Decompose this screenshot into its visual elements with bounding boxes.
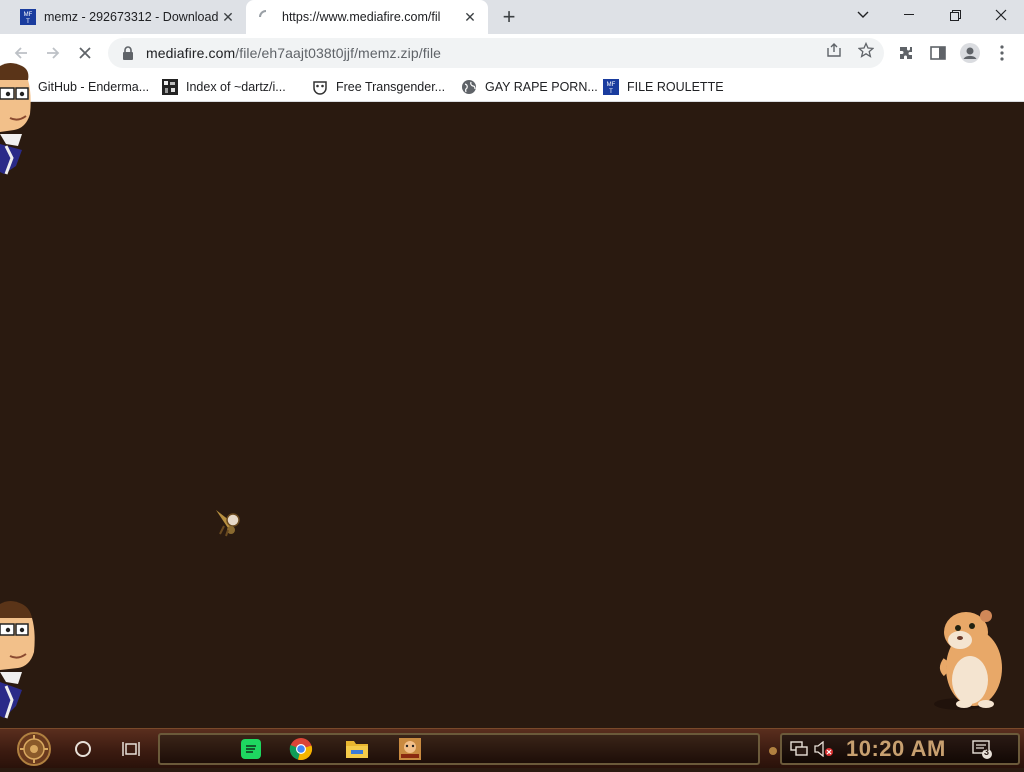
close-tab-icon[interactable]: ✕	[460, 7, 480, 27]
loading-spinner-icon	[258, 9, 274, 25]
url-path: /file/eh7aajt038t0jjf/memz.zip/file	[235, 45, 442, 61]
restore-button[interactable]	[932, 0, 978, 30]
tab-title: https://www.mediafire.com/fil	[282, 10, 441, 24]
profile-avatar-icon[interactable]	[960, 43, 980, 63]
bookmark-label: Free Transgender...	[336, 80, 446, 94]
url-text: mediafire.com/file/eh7aajt038t0jjf/memz.…	[146, 45, 441, 61]
steampunk-cursor-icon	[214, 508, 248, 538]
taskbar: 3 10:20 AM	[0, 728, 1024, 768]
bookmark-label: Index of ~dartz/i...	[186, 80, 286, 94]
file-explorer-button[interactable]	[343, 735, 371, 763]
close-tab-icon[interactable]: ✕	[218, 7, 238, 27]
start-button[interactable]	[8, 731, 58, 767]
stop-loading-button[interactable]	[72, 40, 98, 66]
tab-mediafire[interactable]: https://www.mediafire.com/fil ✕	[246, 0, 488, 34]
forward-button[interactable]	[40, 40, 66, 66]
bookmark-label: GitHub - Enderma...	[38, 80, 150, 94]
mediafire-icon: MF T	[20, 9, 36, 25]
svg-text:MF: MF	[24, 12, 33, 18]
url-host: mediafire.com	[146, 45, 236, 61]
menu-kebab-icon[interactable]	[992, 43, 1012, 63]
network-icon[interactable]	[790, 741, 808, 762]
page-content[interactable]	[0, 103, 1024, 728]
share-icon[interactable]	[825, 41, 843, 59]
search-circle-button[interactable]	[69, 735, 97, 763]
lock-icon[interactable]	[120, 45, 136, 61]
svg-text:T: T	[609, 89, 613, 95]
chrome-button[interactable]	[287, 735, 315, 763]
new-tab-button[interactable]: +	[498, 4, 520, 29]
bookmark-file-roulette[interactable]: MF T FILE ROULETTE	[603, 76, 724, 98]
bookmarks-bar: GitHub - Enderma... Index of ~dartz/i...…	[0, 72, 1024, 102]
browser-window: MF T memz - 292673312 - Download ✕ https:…	[0, 0, 1024, 768]
bookmark-free-transgender[interactable]: Free Transgender...	[312, 76, 445, 98]
volume-muted-icon[interactable]	[814, 740, 834, 762]
bookmark-label: FILE ROULETTE	[627, 80, 724, 94]
tab-strip: MF T memz - 292673312 - Download ✕ https:…	[0, 0, 1024, 34]
notification-count-badge: 3	[984, 747, 990, 757]
pixel-icon	[162, 79, 178, 95]
cartoon-character-icon	[0, 62, 38, 182]
bookmark-github[interactable]: GitHub - Enderma...	[38, 76, 149, 98]
browser-toolbar: mediafire.com/file/eh7aajt038t0jjf/memz.…	[0, 34, 1024, 72]
taskbar-clock[interactable]: 10:20 AM	[846, 736, 946, 762]
bookmark-label: GAY RAPE PORN...	[485, 80, 598, 94]
address-bar[interactable]: mediafire.com/file/eh7aajt038t0jjf/memz.…	[108, 38, 884, 68]
cartoon-character-icon	[0, 600, 38, 722]
tab-memz-download[interactable]: MF T memz - 292673312 - Download ✕	[8, 0, 246, 34]
tray-overflow-icon[interactable]	[768, 743, 778, 755]
tab-title: memz - 292673312 - Download	[44, 10, 218, 24]
spotify-button[interactable]	[237, 735, 265, 763]
mediafire-icon: MF T	[603, 79, 619, 95]
svg-text:T: T	[26, 19, 30, 25]
action-center-icon[interactable]	[972, 740, 994, 765]
globe-icon	[461, 79, 477, 95]
tab-search-icon[interactable]	[840, 0, 886, 30]
close-window-button[interactable]	[978, 0, 1024, 30]
dancing-hamster-icon	[930, 604, 1008, 712]
side-panel-icon[interactable]	[928, 43, 948, 63]
svg-text:MF: MF	[607, 82, 616, 88]
bookmark-index-dartz[interactable]: Index of ~dartz/i...	[162, 76, 286, 98]
minimize-button[interactable]	[886, 0, 932, 30]
mask-icon	[312, 79, 328, 95]
task-view-button[interactable]	[117, 735, 145, 763]
bookmark-globe-site[interactable]: GAY RAPE PORN...	[461, 76, 598, 98]
bookmark-star-icon[interactable]	[857, 41, 875, 59]
game-app-button[interactable]	[396, 735, 424, 763]
extensions-icon[interactable]	[896, 43, 916, 63]
